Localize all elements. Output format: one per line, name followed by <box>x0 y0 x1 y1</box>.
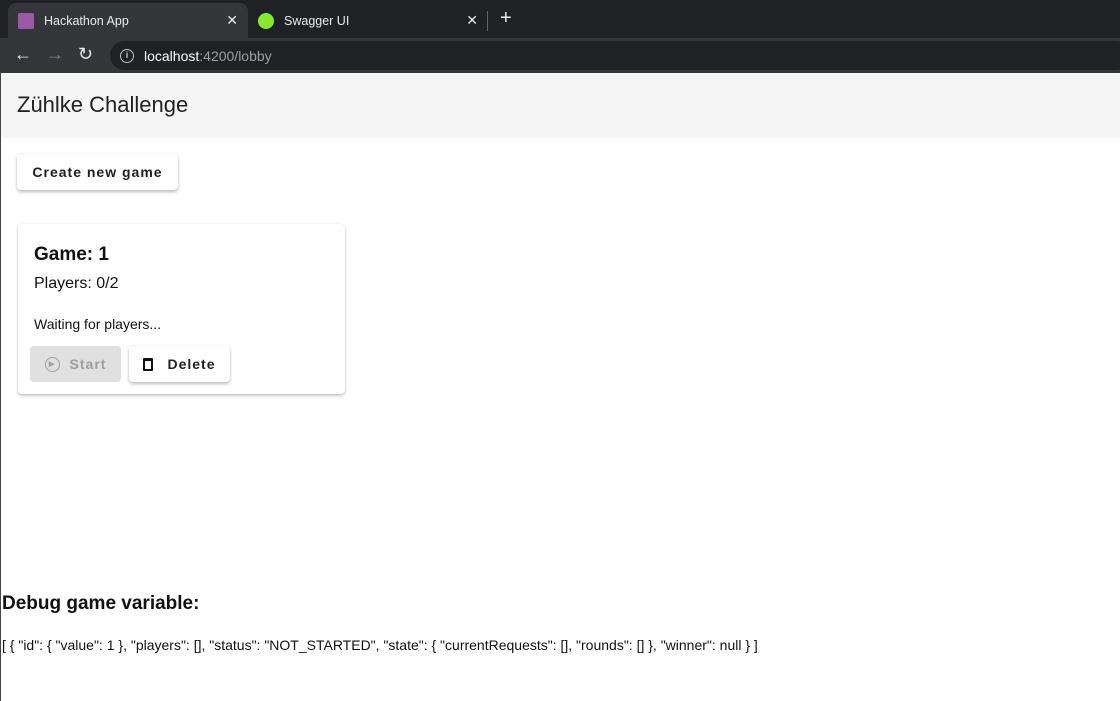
create-new-game-button[interactable]: Create new game <box>17 154 178 190</box>
swagger-favicon-icon <box>258 12 274 29</box>
zuhlke-favicon-icon <box>18 12 34 29</box>
new-tab-plus-icon[interactable]: + <box>500 7 512 30</box>
game-title: Game: 1 <box>34 244 109 265</box>
play-circle-icon: ▶ <box>44 356 60 372</box>
browser-toolbar: ← → ↻ i localhost:4200/lobby <box>0 38 1120 73</box>
delete-label: Delete <box>167 356 216 372</box>
trash-icon <box>143 357 154 371</box>
tab-divider <box>487 11 488 31</box>
tab-label: Swagger UI <box>284 13 350 28</box>
game-players: Players: 0/2 <box>34 275 119 292</box>
start-button[interactable]: ▶ Start <box>30 346 121 382</box>
url-host: localhost <box>144 47 200 64</box>
close-tab-icon[interactable]: ✕ <box>226 12 238 29</box>
start-label: Start <box>69 356 107 372</box>
debug-json: [ { "id": { "value": 1 }, "players": [],… <box>2 637 758 653</box>
app-page: Zühlke Challenge Create new game Game: 1… <box>0 73 1120 701</box>
info-icon[interactable]: i <box>120 48 134 63</box>
delete-button[interactable]: Delete <box>129 346 230 382</box>
tab-hackathon-app[interactable]: Hackathon App ✕ <box>8 3 248 38</box>
address-bar[interactable]: i localhost:4200/lobby <box>110 41 1120 70</box>
browser-tab-strip: Hackathon App ✕ Swagger UI ✕ + <box>0 0 1120 38</box>
game-card: Game: 1 Players: 0/2 Waiting for players… <box>18 224 345 394</box>
close-tab-icon[interactable]: ✕ <box>466 12 478 29</box>
game-status: Waiting for players... <box>34 316 162 332</box>
forward-arrow-icon[interactable]: → <box>46 44 64 65</box>
debug-heading: Debug game variable: <box>2 593 200 614</box>
back-arrow-icon[interactable]: ← <box>14 44 32 65</box>
url-path: :4200/lobby <box>199 47 272 64</box>
tab-swagger-ui[interactable]: Swagger UI ✕ <box>248 3 488 38</box>
tab-label: Hackathon App <box>44 13 129 28</box>
app-title: Zühlke Challenge <box>17 92 189 117</box>
app-header: Zühlke Challenge <box>1 73 1120 138</box>
reload-icon[interactable]: ↻ <box>78 44 93 65</box>
